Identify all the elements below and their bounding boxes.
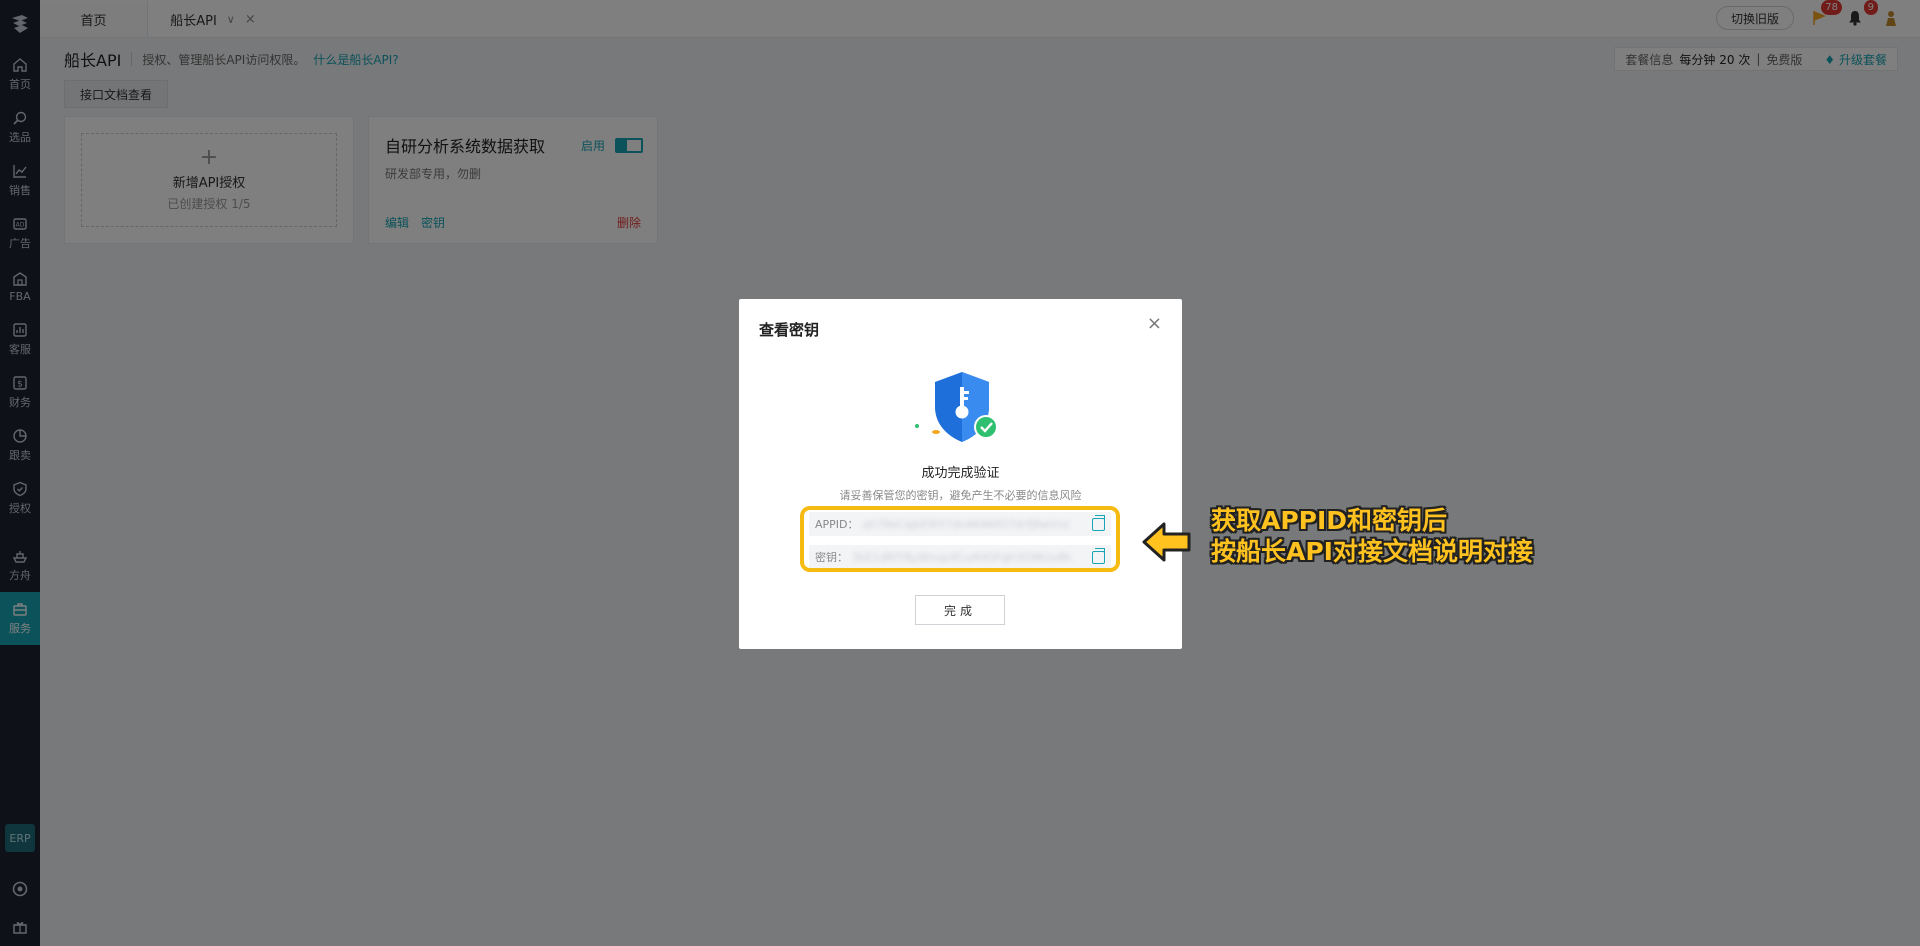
shield-key-icon — [915, 372, 998, 442]
highlight-box — [800, 506, 1120, 572]
modal-title: 查看密钥 — [759, 321, 820, 339]
done-button[interactable]: 完成 — [915, 595, 1005, 625]
close-icon[interactable]: × — [1147, 315, 1162, 333]
annotation-line-1: 获取APPID和密钥后 — [1211, 506, 1448, 535]
annotation-text: 获取APPID和密钥后 按船长API对接文档说明对接 — [1211, 505, 1533, 567]
arrow-left-icon — [1142, 522, 1191, 562]
annotation-line-2: 按船长API对接文档说明对接 — [1211, 537, 1533, 566]
success-subtitle: 请妥善保管您的密钥，避免产生不必要的信息风险 — [839, 489, 1082, 502]
success-title: 成功完成验证 — [921, 466, 1000, 481]
view-secret-modal: 查看密钥 × 成功完成验证 请妥善保管您的密钥，避免产生不必要的信息风险 APP… — [739, 299, 1182, 649]
